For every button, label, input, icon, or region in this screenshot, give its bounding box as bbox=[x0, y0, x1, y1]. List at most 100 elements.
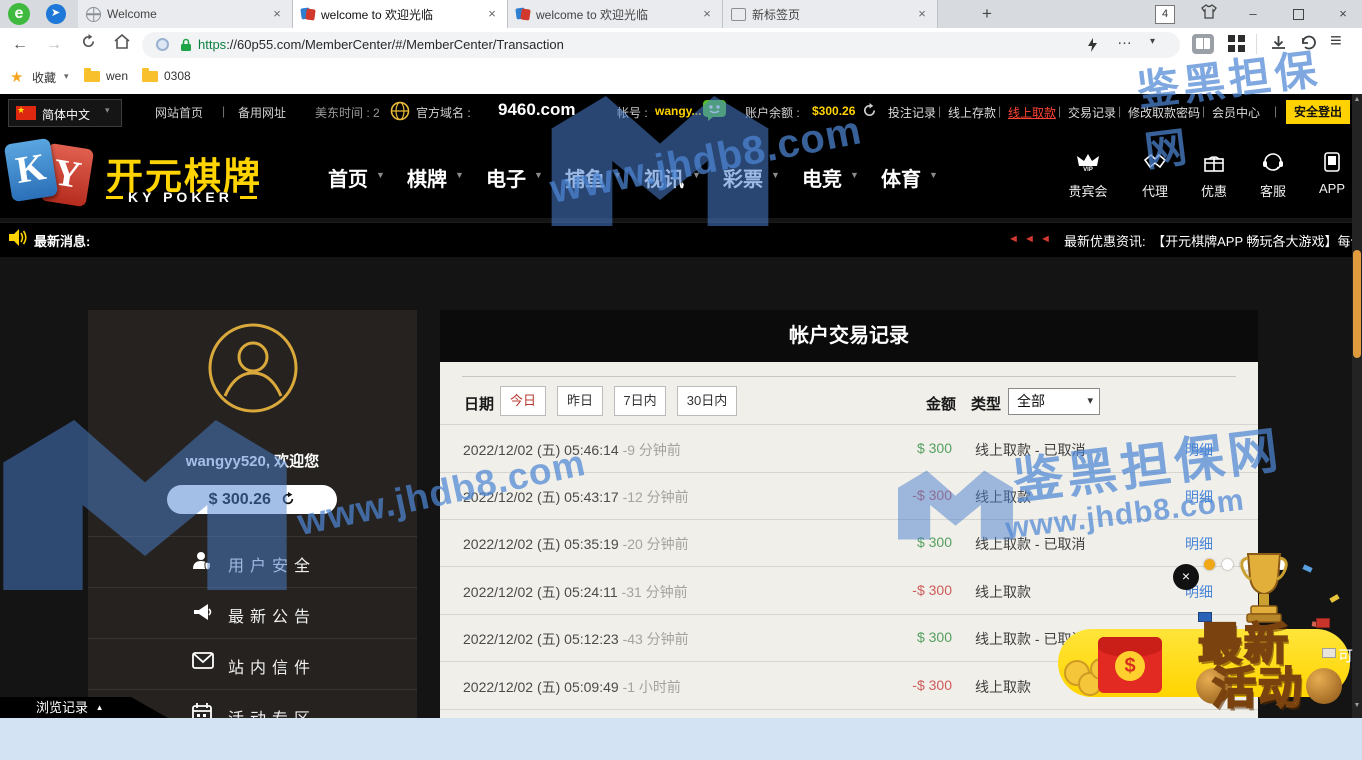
tab-ky-2[interactable]: welcome to 欢迎光临 × bbox=[508, 0, 723, 28]
folder-icon bbox=[142, 71, 158, 82]
type-select[interactable]: 全部 bbox=[1008, 388, 1100, 415]
eject-icon: ▲ bbox=[96, 703, 104, 712]
lightning-icon[interactable] bbox=[1087, 38, 1098, 52]
change-password-link[interactable]: 修改取款密码 bbox=[1128, 104, 1200, 121]
minimize-button[interactable]: – bbox=[1240, 4, 1266, 24]
nav-live[interactable]: 视讯 bbox=[644, 163, 684, 192]
sidebar-item-label: 用户安全 bbox=[228, 552, 316, 576]
home-button[interactable] bbox=[110, 33, 134, 57]
filter-yesterday-button[interactable]: 昨日 bbox=[557, 386, 603, 416]
filter-30days-button[interactable]: 30日内 bbox=[677, 386, 737, 416]
quick-agent[interactable]: 代理 bbox=[1127, 152, 1183, 200]
balance-pill[interactable]: $ 300.26 bbox=[167, 485, 337, 514]
handshake-icon bbox=[1143, 152, 1167, 172]
nav-fishing[interactable]: 捕鱼 bbox=[565, 163, 605, 192]
separator: | bbox=[1118, 104, 1121, 118]
browser-toolbar: ← → https://60p55.com/MemberCenter/#/Mem… bbox=[0, 28, 1362, 63]
basketball-icon bbox=[1306, 668, 1342, 704]
us-time-label: 美东时间 : 2 bbox=[315, 104, 380, 121]
tab-new[interactable]: 新标签页 × bbox=[723, 0, 938, 28]
promo-close-button[interactable]: × bbox=[1173, 564, 1199, 590]
detail-link[interactable]: 明细 bbox=[1185, 534, 1213, 554]
scroll-up-icon[interactable]: ▲ bbox=[1352, 96, 1362, 103]
language-selector[interactable]: ★ 简体中文 ▾ bbox=[8, 99, 122, 127]
refresh-icon[interactable] bbox=[862, 103, 877, 118]
sidebar-item-messages[interactable]: 站内信件 bbox=[88, 638, 417, 690]
favorites-chevron-icon[interactable]: ▾ bbox=[64, 71, 69, 82]
message-icon[interactable] bbox=[703, 100, 726, 121]
quick-service[interactable]: 客服 bbox=[1245, 152, 1301, 200]
detail-link[interactable]: 明细 bbox=[1185, 440, 1213, 460]
tab-close-icon[interactable]: × bbox=[485, 7, 499, 21]
promo-title-line2[interactable]: 活动 bbox=[1212, 652, 1304, 716]
transaction-record-link[interactable]: 交易记录 bbox=[1068, 104, 1116, 121]
tab-welcome[interactable]: Welcome × bbox=[78, 0, 293, 28]
history-undo-icon[interactable] bbox=[1300, 35, 1317, 57]
favorites-label[interactable]: 收藏 bbox=[32, 69, 56, 86]
divider bbox=[462, 376, 1236, 377]
back-button[interactable]: ← bbox=[8, 33, 32, 57]
tab-title: welcome to 欢迎光临 bbox=[536, 6, 694, 23]
red-envelope-icon: $ bbox=[1098, 637, 1162, 693]
deposit-link[interactable]: 线上存款 bbox=[948, 104, 996, 121]
tab-close-icon[interactable]: × bbox=[915, 7, 929, 21]
filter-today-button[interactable]: 今日 bbox=[500, 386, 546, 416]
more-options-icon[interactable]: … bbox=[1117, 31, 1132, 48]
bet-record-link[interactable]: 投注记录 bbox=[888, 104, 936, 121]
member-center-link[interactable]: 会员中心 bbox=[1212, 104, 1260, 121]
withdraw-link[interactable]: 线上取款 bbox=[1008, 104, 1056, 121]
logout-button[interactable]: 安全登出 bbox=[1286, 100, 1350, 124]
nav-lottery[interactable]: 彩票 bbox=[723, 163, 763, 192]
detail-link[interactable]: 明细 bbox=[1185, 487, 1213, 507]
boost-icon[interactable]: ➤ bbox=[46, 4, 66, 24]
favorites-star-icon[interactable]: ★ bbox=[10, 68, 23, 86]
url-field[interactable]: https://60p55.com/MemberCenter/#/MemberC… bbox=[142, 32, 1180, 58]
separator: | bbox=[1274, 104, 1277, 118]
site-info-icon[interactable] bbox=[156, 38, 169, 51]
account-name[interactable]: wangy... bbox=[655, 104, 701, 118]
sidebar-item-user-security[interactable]: 用户安全 bbox=[88, 536, 417, 588]
menu-icon[interactable]: ≡ bbox=[1330, 30, 1342, 53]
apps-grid-icon[interactable] bbox=[1228, 35, 1246, 53]
headset-icon bbox=[1262, 152, 1284, 172]
nav-esports[interactable]: 电竞 bbox=[802, 163, 842, 192]
tab-close-icon[interactable]: × bbox=[270, 7, 284, 21]
filter-7days-button[interactable]: 7日内 bbox=[614, 386, 666, 416]
tab-title: welcome to 欢迎光临 bbox=[321, 6, 479, 23]
reload-button[interactable] bbox=[76, 33, 100, 57]
sidebar-item-announcements[interactable]: 最新公告 bbox=[88, 587, 417, 639]
theme-shirt-icon[interactable] bbox=[1196, 4, 1222, 24]
quick-vip[interactable]: VIP 贵宾会 bbox=[1060, 152, 1116, 200]
tab-close-icon[interactable]: × bbox=[700, 7, 714, 21]
close-button[interactable]: × bbox=[1330, 4, 1356, 24]
dropdown-chevron-icon[interactable]: ▾ bbox=[1150, 36, 1155, 47]
bookmark-folder-wen[interactable]: wen bbox=[106, 69, 128, 83]
nav-chevron-icon: ▼ bbox=[850, 170, 859, 180]
globe-domain-icon bbox=[390, 101, 410, 121]
bookmark-folder-0308[interactable]: 0308 bbox=[164, 69, 191, 83]
task-count-badge[interactable]: 4 bbox=[1155, 5, 1175, 24]
backup-url-link[interactable]: 备用网址 bbox=[238, 104, 286, 121]
carousel-dot[interactable] bbox=[1204, 559, 1215, 570]
marquee-promo: 最新优惠资讯: 【开元棋牌APP 畅玩各大游戏】每位 bbox=[1064, 231, 1362, 250]
nav-sports[interactable]: 体育 bbox=[881, 163, 921, 192]
restore-button[interactable] bbox=[1285, 4, 1311, 24]
gift-icon bbox=[1203, 152, 1225, 172]
scrollbar-thumb[interactable] bbox=[1353, 250, 1361, 358]
refresh-icon[interactable] bbox=[281, 492, 295, 506]
tab-ky-active[interactable]: welcome to 欢迎光临 × bbox=[293, 0, 508, 28]
download-icon[interactable] bbox=[1270, 35, 1287, 57]
nav-chevron-icon: ▼ bbox=[613, 170, 622, 180]
reading-mode-icon[interactable] bbox=[1192, 34, 1214, 54]
nav-home[interactable]: 首页 bbox=[328, 163, 368, 192]
nav-slots[interactable]: 电子 bbox=[486, 163, 526, 192]
nav-chess[interactable]: 棋牌 bbox=[407, 163, 447, 192]
new-tab-button[interactable]: + bbox=[975, 2, 999, 26]
site-home-link[interactable]: 网站首页 bbox=[155, 104, 203, 121]
scroll-down-icon[interactable]: ▼ bbox=[1352, 702, 1362, 709]
confetti bbox=[1302, 564, 1312, 572]
page-scrollbar[interactable] bbox=[1352, 94, 1362, 718]
forward-button[interactable]: → bbox=[42, 33, 66, 57]
quick-promo[interactable]: 优惠 bbox=[1186, 152, 1242, 200]
carousel-dot[interactable] bbox=[1222, 559, 1233, 570]
